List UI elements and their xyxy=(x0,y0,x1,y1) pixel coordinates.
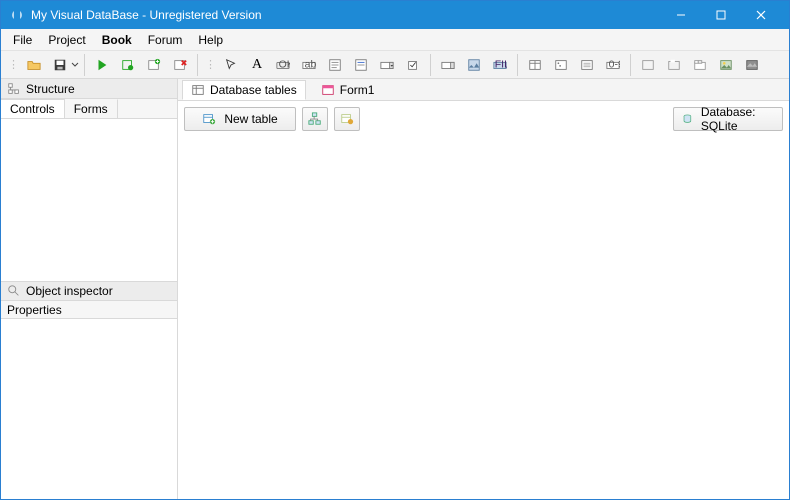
svg-text:0-9: 0-9 xyxy=(609,58,620,70)
right-pane: Database tables Form1 New table Database… xyxy=(178,79,789,499)
right-tabs: Database tables Form1 xyxy=(178,79,789,101)
map-tool[interactable] xyxy=(740,53,764,77)
form-add-button[interactable] xyxy=(142,53,166,77)
relations-icon xyxy=(308,112,322,126)
label-tool[interactable]: A xyxy=(245,53,269,77)
form-icon xyxy=(321,83,335,97)
maximize-button[interactable] xyxy=(701,1,741,29)
menu-bar: File Project Book Forum Help xyxy=(1,29,789,51)
richedit-tool[interactable] xyxy=(349,53,373,77)
menu-book[interactable]: Book xyxy=(94,31,140,49)
properties-body xyxy=(1,319,177,499)
tab-database-tables-label: Database tables xyxy=(210,83,297,97)
window-title: My Visual DataBase - Unregistered Versio… xyxy=(31,8,661,22)
database-engine-label: Database: SQLite xyxy=(701,105,774,133)
svg-text:ab|: ab| xyxy=(305,58,316,70)
database-icon xyxy=(682,112,693,126)
toolbar-handle-2[interactable]: ⋮ xyxy=(205,58,215,71)
new-table-icon xyxy=(202,112,216,126)
app-icon xyxy=(9,7,25,23)
left-tabs: Controls Forms xyxy=(1,99,177,119)
treeview-tool[interactable] xyxy=(549,53,573,77)
tablegrid-tool[interactable] xyxy=(523,53,547,77)
object-inspector-label: Object inspector xyxy=(26,284,113,298)
image-tool[interactable] xyxy=(714,53,738,77)
new-table-button[interactable]: New table xyxy=(184,107,296,131)
tab-form1-label: Form1 xyxy=(340,83,375,97)
tab-controls[interactable]: Controls xyxy=(1,99,65,118)
tab-forms[interactable]: Forms xyxy=(65,99,118,118)
datetimepicker-tool[interactable] xyxy=(436,53,460,77)
dbfile-tool[interactable]: FILE xyxy=(488,53,512,77)
controls-panel-body xyxy=(1,119,177,281)
menu-project[interactable]: Project xyxy=(40,31,93,49)
main-toolbar: ⋮ ⋮ A OK ab| FILE 0-9 xyxy=(1,51,789,79)
table-options-button[interactable] xyxy=(334,107,360,131)
relations-button[interactable] xyxy=(302,107,328,131)
inspector-icon xyxy=(7,284,21,298)
toolbar-handle[interactable]: ⋮ xyxy=(8,58,18,71)
edit-tool[interactable]: ab| xyxy=(297,53,321,77)
dbimage-tool[interactable] xyxy=(462,53,486,77)
structure-icon xyxy=(7,82,21,96)
database-engine-button[interactable]: Database: SQLite xyxy=(673,107,783,131)
new-table-label: New table xyxy=(224,112,277,126)
workspace: Structure Controls Forms Object inspecto… xyxy=(1,79,789,499)
db-toolbar: New table Database: SQLite xyxy=(178,101,789,137)
menu-forum[interactable]: Forum xyxy=(140,31,191,49)
save-button[interactable] xyxy=(48,53,72,77)
panel-tool[interactable] xyxy=(636,53,660,77)
close-button[interactable] xyxy=(741,1,781,29)
properties-header[interactable]: Properties xyxy=(1,301,177,319)
save-dropdown[interactable] xyxy=(71,58,80,72)
groupbox-tool[interactable] xyxy=(662,53,686,77)
tab-form1[interactable]: Form1 xyxy=(312,80,384,100)
database-tables-icon xyxy=(191,83,205,97)
combobox-tool[interactable] xyxy=(375,53,399,77)
form-delete-button[interactable] xyxy=(168,53,192,77)
tab-database-tables[interactable]: Database tables xyxy=(182,80,306,100)
left-pane: Structure Controls Forms Object inspecto… xyxy=(1,79,178,499)
checkbox-tool[interactable] xyxy=(401,53,425,77)
table-options-icon xyxy=(340,112,354,126)
structure-label: Structure xyxy=(26,82,75,96)
menu-file[interactable]: File xyxy=(5,31,40,49)
minimize-button[interactable] xyxy=(661,1,701,29)
table-canvas[interactable] xyxy=(178,137,789,499)
memo-tool[interactable] xyxy=(323,53,347,77)
counter-tool[interactable]: 0-9 xyxy=(601,53,625,77)
open-button[interactable] xyxy=(22,53,46,77)
run-button[interactable] xyxy=(90,53,114,77)
title-bar: My Visual DataBase - Unregistered Versio… xyxy=(1,1,789,29)
run-settings-button[interactable] xyxy=(116,53,140,77)
svg-text:OK: OK xyxy=(279,58,290,70)
object-inspector-header: Object inspector xyxy=(1,281,177,301)
svg-text:FILE: FILE xyxy=(495,58,507,70)
menu-help[interactable]: Help xyxy=(190,31,231,49)
button-tool[interactable]: OK xyxy=(271,53,295,77)
form-container-tool[interactable] xyxy=(575,53,599,77)
cursor-tool[interactable] xyxy=(219,53,243,77)
structure-panel-header: Structure xyxy=(1,79,177,99)
pagecontrol-tool[interactable] xyxy=(688,53,712,77)
